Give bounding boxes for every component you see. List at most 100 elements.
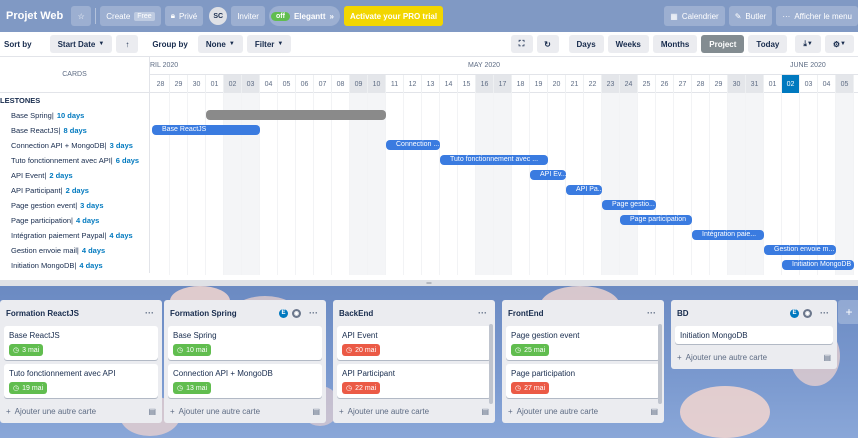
gantt-bar[interactable]: Intégration paie... (692, 230, 764, 240)
card[interactable]: Connection API + MongoDB ◷ 13 mai (168, 364, 322, 398)
list-menu-icon[interactable]: ··· (309, 308, 322, 318)
gantt-bar[interactable]: Tuto fonctionnement avec ... (440, 155, 548, 165)
list-header[interactable]: BackEnd ··· (337, 304, 491, 322)
today-button[interactable]: Today (748, 35, 788, 53)
visibility-button[interactable]: 🔒︎ Privé (164, 6, 204, 26)
due-date-badge[interactable]: ◷ 13 mai (173, 382, 212, 394)
list-header[interactable]: BD E ◉ ··· (675, 304, 833, 322)
gantt-row-label[interactable]: Page gestion event | 3 days (0, 198, 150, 213)
create-button[interactable]: Create Free (100, 6, 161, 26)
list-menu-icon[interactable]: ··· (647, 308, 660, 318)
show-menu-button[interactable]: ··· Afficher le menu (776, 6, 858, 26)
card-template-icon[interactable]: ▤ (650, 407, 658, 416)
gantt-row-label[interactable]: Connection API + MongoDB | 3 days (0, 138, 150, 153)
elegantt-toggle[interactable]: off Elegantt » (268, 6, 340, 26)
sort-dropdown[interactable]: Start Date ▼ (49, 35, 113, 53)
gantt-row-label[interactable]: API Event | 2 days (0, 168, 150, 183)
due-date-badge[interactable]: ◷ 20 mai (342, 344, 381, 356)
board-title[interactable]: Projet Web (2, 10, 67, 22)
due-date-badge[interactable]: ◷ 10 mai (173, 344, 212, 356)
filter-dropdown[interactable]: Filter ▼ (246, 35, 292, 53)
view-weeks-button[interactable]: Weeks (607, 35, 649, 53)
list-title[interactable]: FrontEnd (508, 309, 544, 318)
view-months-button[interactable]: Months (652, 35, 698, 53)
list-menu-icon[interactable]: ··· (478, 308, 491, 318)
separator: | (76, 246, 79, 255)
list-scrollbar[interactable] (658, 324, 662, 404)
list-menu-icon[interactable]: ··· (145, 308, 158, 318)
gantt-row-label[interactable]: Page participation | 4 days (0, 213, 150, 228)
due-date-badge[interactable]: ◷ 22 mai (342, 382, 381, 394)
card[interactable]: Initiation MongoDB (675, 326, 833, 344)
group-dropdown[interactable]: None ▼ (197, 35, 243, 53)
add-list-button[interactable]: + (838, 300, 858, 324)
avatar[interactable]: SC (209, 7, 228, 25)
gantt-row-label[interactable]: Gestion envoie mail | 4 days (0, 243, 150, 258)
butler-button[interactable]: ✎ Butler (728, 6, 773, 26)
add-card-button[interactable]: + Ajouter une autre carte ▤ (675, 350, 833, 365)
gantt-bar[interactable] (206, 110, 386, 120)
list-title[interactable]: Formation Spring (170, 309, 237, 318)
gantt-row-label[interactable]: Base ReactJS | 8 days (0, 123, 150, 138)
card-template-icon[interactable]: ▤ (148, 407, 156, 416)
card[interactable]: Page gestion event ◷ 25 mai (506, 326, 660, 360)
gantt-bar[interactable]: Gestion envoie m... (764, 245, 836, 255)
view-project-button[interactable]: Project (701, 35, 745, 53)
card-template-icon[interactable]: ▤ (312, 407, 320, 416)
gantt-bar[interactable]: Base ReactJS (152, 125, 260, 135)
add-card-button[interactable]: + Ajouter une autre carte ▤ (506, 404, 660, 419)
due-date-badge[interactable]: ◷ 25 mai (511, 344, 550, 356)
list-menu-icon[interactable]: ··· (820, 308, 833, 318)
add-card-button[interactable]: + Ajouter une autre carte ▤ (337, 404, 491, 419)
calendar-icon: ▦ (670, 11, 678, 21)
list-header[interactable]: Formation Spring E ◉ ··· (168, 304, 322, 322)
list-scrollbar[interactable] (489, 324, 493, 404)
gantt-bar[interactable]: API Ev... (530, 170, 566, 180)
card[interactable]: Base ReactJS ◷ 3 mai (4, 326, 158, 360)
view-days-button[interactable]: Days (568, 35, 604, 53)
fullscreen-button[interactable]: ⛶ (510, 35, 533, 53)
gantt-bar[interactable]: Page gestio... (602, 200, 656, 210)
card[interactable]: Tuto fonctionnement avec API ◷ 19 mai (4, 364, 158, 398)
card-template-icon[interactable]: ▤ (823, 353, 831, 362)
invite-button[interactable]: Inviter (231, 6, 265, 26)
gantt-bar[interactable]: API Pa... (566, 185, 602, 195)
list-title[interactable]: Formation ReactJS (6, 309, 79, 318)
list-header[interactable]: FrontEnd ··· (506, 304, 660, 322)
separator: | (104, 141, 107, 150)
card[interactable]: API Event ◷ 20 mai (337, 326, 491, 360)
export-button[interactable]: ⤓ ▼ (795, 35, 821, 53)
gantt-row-label[interactable]: Intégration paiement Paypal | 4 days (0, 228, 150, 243)
day-cell: 28 (692, 75, 710, 93)
due-date-badge[interactable]: ◷ 19 mai (9, 382, 48, 394)
card[interactable]: Page participation ◷ 27 mai (506, 364, 660, 398)
list-title[interactable]: BD (677, 309, 689, 318)
gantt-bar[interactable]: Page participation (620, 215, 692, 225)
gantt-row-label[interactable]: Tuto fonctionnement avec API | 6 days (0, 153, 150, 168)
gantt-row-label[interactable]: Initiation MongoDB | 4 days (0, 258, 150, 273)
sort-direction-button[interactable]: ↑ (116, 35, 139, 53)
list-title[interactable]: BackEnd (339, 309, 373, 318)
refresh-button[interactable]: ↻ (536, 35, 559, 53)
day-cell: 24 (620, 75, 638, 93)
board-header: Projet Web ☆ Create Free 🔒︎ Privé SC Inv… (0, 0, 858, 32)
gantt-row-label[interactable]: Base Spring | 10 days (0, 108, 150, 123)
card-template-icon[interactable]: ▤ (481, 407, 489, 416)
separator: | (60, 186, 63, 195)
gantt-bar[interactable]: Connection ... (386, 140, 440, 150)
add-card-button[interactable]: + Ajouter une autre carte ▤ (168, 404, 322, 419)
star-button[interactable]: ☆ (71, 6, 92, 26)
list-header[interactable]: Formation ReactJS ··· (4, 304, 158, 322)
gantt-bar[interactable]: Initiation MongoDB (782, 260, 854, 270)
pro-trial-button[interactable]: Activate your PRO trial (343, 6, 444, 26)
add-card-button[interactable]: + Ajouter une autre carte ▤ (4, 404, 158, 419)
due-date-badge[interactable]: ◷ 27 mai (511, 382, 550, 394)
toggle-state: off (270, 11, 290, 21)
card[interactable]: Base Spring ◷ 10 mai (168, 326, 322, 360)
card[interactable]: API Participant ◷ 22 mai (337, 364, 491, 398)
settings-button[interactable]: ⚙ ▼ (824, 35, 854, 53)
separator: | (110, 156, 113, 165)
gantt-row-label[interactable]: API Participant | 2 days (0, 183, 150, 198)
due-date-badge[interactable]: ◷ 3 mai (9, 344, 44, 356)
calendar-button[interactable]: ▦ Calendrier (664, 6, 725, 26)
